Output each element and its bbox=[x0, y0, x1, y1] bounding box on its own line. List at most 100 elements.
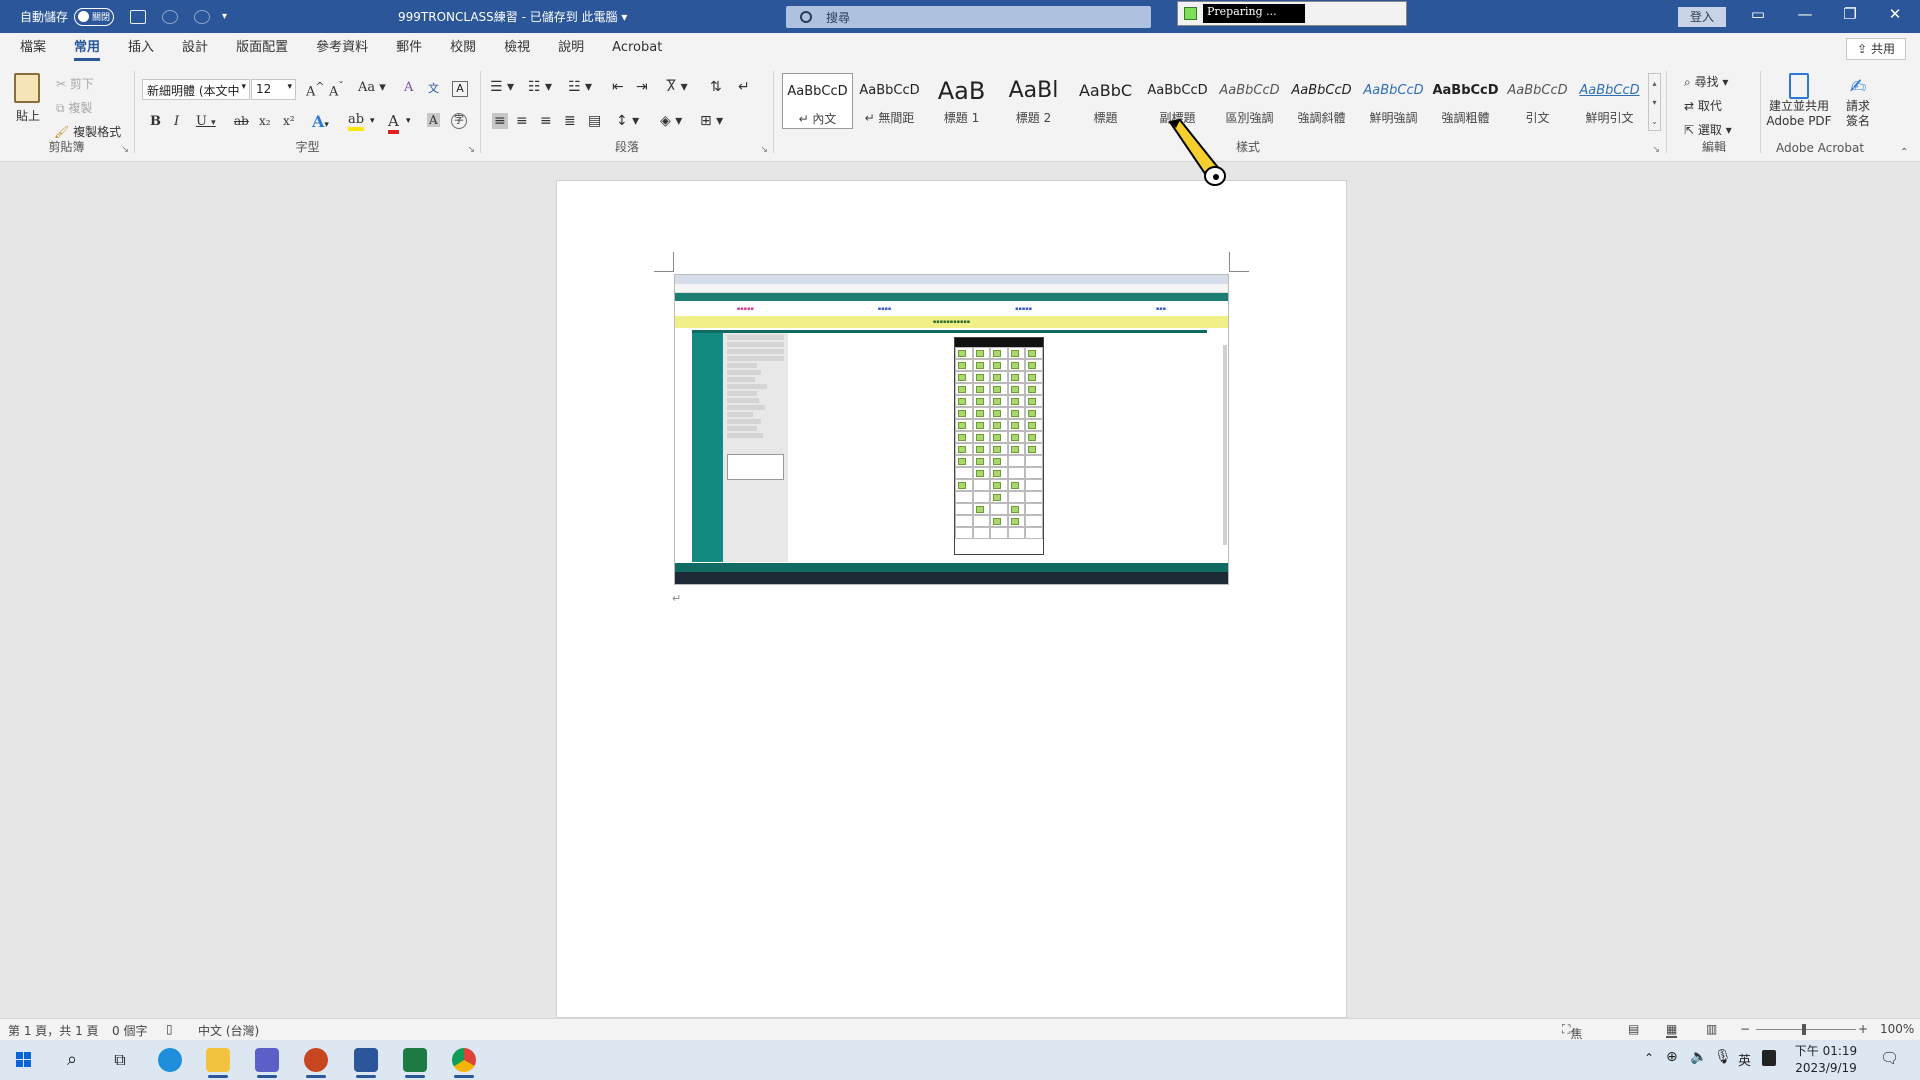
ime-mode-indicator[interactable]: 英 bbox=[1738, 1050, 1751, 1069]
align-left-button[interactable]: ≡ bbox=[492, 113, 508, 129]
customize-qat-icon[interactable]: ▾ bbox=[222, 11, 227, 22]
shrink-font-button[interactable]: Aˇ bbox=[329, 80, 344, 99]
focus-button[interactable]: ⛶ 焦點 bbox=[1562, 1022, 1582, 1058]
proofing-icon[interactable]: ▯ bbox=[166, 1022, 173, 1036]
ime-pad-icon[interactable] bbox=[1762, 1050, 1776, 1066]
style-heading-1[interactable]: AaB 標題 1 bbox=[926, 73, 997, 129]
create-share-pdf-button[interactable]: 建立並共用 Adobe PDF bbox=[1766, 73, 1832, 129]
text-effects-button[interactable]: A▾ bbox=[312, 112, 329, 131]
italic-button[interactable]: I bbox=[174, 114, 179, 129]
tab-home[interactable]: 常用 bbox=[60, 33, 114, 63]
tab-layout[interactable]: 版面配置 bbox=[222, 33, 302, 63]
tab-references[interactable]: 參考資料 bbox=[302, 33, 382, 63]
copy-button[interactable]: ⧉ 複製 bbox=[56, 99, 92, 116]
enclose-characters-button[interactable]: 字 bbox=[451, 113, 467, 129]
style-intense-quote[interactable]: AaBbCcD 鮮明引文 bbox=[1574, 73, 1645, 129]
style-quote[interactable]: AaBbCcD 引文 bbox=[1502, 73, 1573, 129]
share-button[interactable]: ⇪ 共用 bbox=[1846, 38, 1906, 60]
file-explorer-icon[interactable] bbox=[206, 1048, 230, 1078]
style-strong[interactable]: AaBbCcD 強調粗體 bbox=[1430, 73, 1501, 129]
read-mode-icon[interactable]: ▤ bbox=[1628, 1022, 1639, 1036]
cut-button[interactable]: ✂ 剪下 bbox=[56, 75, 94, 92]
microphone-icon[interactable]: 🎙 bbox=[1714, 1049, 1732, 1065]
zoom-slider[interactable] bbox=[1756, 1029, 1856, 1030]
zoom-out-button[interactable]: − bbox=[1740, 1022, 1750, 1036]
select-button[interactable]: ⇱ 選取 ▾ bbox=[1684, 121, 1732, 138]
asian-layout-button[interactable]: Ⴟ ▾ bbox=[666, 79, 688, 95]
volume-icon[interactable]: 🔈 bbox=[1690, 1049, 1707, 1065]
sort-button[interactable]: ⇅ bbox=[710, 79, 722, 95]
font-name-select[interactable]: 新細明體 (本文中 ▾ bbox=[142, 79, 250, 100]
windows-start-icon[interactable] bbox=[12, 1048, 36, 1072]
close-icon[interactable]: ✕ bbox=[1885, 5, 1905, 23]
change-case-button[interactable]: Aa ▾ bbox=[358, 80, 386, 95]
paste-button[interactable]: 貼上 bbox=[16, 107, 40, 124]
styles-scroll[interactable]: ▴ ▾ ⌄ bbox=[1648, 73, 1661, 131]
highlight-button[interactable]: ab bbox=[348, 112, 365, 131]
strikethrough-button[interactable]: ab bbox=[234, 114, 249, 128]
decrease-indent-button[interactable]: ⇤ bbox=[612, 79, 624, 95]
font-color-dropdown-icon[interactable]: ▾ bbox=[406, 116, 411, 126]
collapse-ribbon-icon[interactable]: ⌃ bbox=[1900, 147, 1908, 158]
system-clock[interactable]: 下午 01:19 2023/9/19 bbox=[1786, 1043, 1866, 1077]
borders-button[interactable]: ⊞ ▾ bbox=[700, 113, 723, 129]
edge-icon[interactable] bbox=[158, 1048, 182, 1072]
tab-mailings[interactable]: 郵件 bbox=[382, 33, 436, 63]
print-layout-icon[interactable]: ▦ bbox=[1666, 1022, 1678, 1038]
language-indicator[interactable]: 中文 (台灣) bbox=[198, 1022, 259, 1039]
zoom-level[interactable]: 100% bbox=[1880, 1022, 1914, 1036]
autosave-control[interactable]: 自動儲存 關閉 bbox=[20, 7, 115, 26]
style-title[interactable]: AaBbC 標題 bbox=[1070, 73, 1141, 129]
bold-button[interactable]: B bbox=[150, 114, 161, 129]
clear-formatting-button[interactable]: A bbox=[404, 80, 413, 95]
justify-button[interactable]: ≣ bbox=[564, 113, 576, 129]
search-box[interactable]: 搜尋 bbox=[786, 6, 1151, 28]
dialog-launcher-icon[interactable]: ↘ bbox=[760, 145, 768, 155]
tab-design[interactable]: 設計 bbox=[168, 33, 222, 63]
show-marks-button[interactable]: ↵ bbox=[738, 79, 750, 95]
tab-help[interactable]: 說明 bbox=[544, 33, 598, 63]
superscript-button[interactable]: x² bbox=[283, 114, 295, 128]
autosave-toggle[interactable]: 關閉 bbox=[74, 7, 115, 26]
style-normal[interactable]: AaBbCcD ↵ 內文 bbox=[782, 73, 853, 129]
character-shading-button[interactable]: A bbox=[427, 113, 440, 127]
distributed-button[interactable]: ▤ bbox=[588, 113, 601, 129]
style-intense-emphasis[interactable]: AaBbCcD 鮮明強調 bbox=[1358, 73, 1429, 129]
notification-icon[interactable]: 🗨 bbox=[1880, 1049, 1899, 1067]
teams-icon[interactable] bbox=[255, 1048, 279, 1078]
style-no-spacing[interactable]: AaBbCcD ↵ 無間距 bbox=[854, 73, 925, 129]
zoom-slider-thumb[interactable] bbox=[1802, 1024, 1806, 1035]
character-border-button[interactable]: A bbox=[452, 81, 468, 97]
chrome-icon[interactable] bbox=[452, 1048, 476, 1078]
style-heading-2[interactable]: AaBl 標題 2 bbox=[998, 73, 1069, 129]
excel-icon[interactable] bbox=[403, 1048, 427, 1078]
phonetic-guide-button[interactable]: 文 bbox=[428, 80, 439, 96]
numbering-button[interactable]: ☷ ▾ bbox=[528, 79, 552, 95]
line-spacing-button[interactable]: ↕ ▾ bbox=[616, 113, 639, 129]
signin-button[interactable]: 登入 bbox=[1678, 7, 1726, 27]
search-icon[interactable]: ⌕ bbox=[60, 1048, 84, 1072]
tab-view[interactable]: 檢視 bbox=[490, 33, 544, 63]
dialog-launcher-icon[interactable]: ↘ bbox=[467, 145, 475, 155]
dialog-launcher-icon[interactable]: ↘ bbox=[1652, 145, 1660, 155]
style-emphasis[interactable]: AaBbCcD 強調斜體 bbox=[1286, 73, 1357, 129]
tab-acrobat[interactable]: Acrobat bbox=[598, 33, 676, 63]
undo-icon[interactable] bbox=[162, 9, 179, 24]
save-icon[interactable] bbox=[130, 9, 147, 24]
embedded-screenshot-image[interactable]: ▪▪▪▪▪ ▪▪▪▪ ▪▪▪▪▪ ▪▪▪ ▪▪▪▪▪▪▪▪▪▪▪ bbox=[674, 274, 1229, 585]
subscript-button[interactable]: x₂ bbox=[259, 114, 271, 128]
align-center-button[interactable]: ≡ bbox=[516, 113, 528, 129]
replace-button[interactable]: ⇄ 取代 bbox=[1684, 97, 1722, 114]
bullets-button[interactable]: ☰ ▾ bbox=[490, 79, 514, 95]
tab-insert[interactable]: 插入 bbox=[114, 33, 168, 63]
underline-button[interactable]: U ▾ bbox=[196, 114, 216, 129]
network-icon[interactable]: ⊕ bbox=[1666, 1049, 1678, 1065]
request-signature-button[interactable]: ✍ 請求 簽名 bbox=[1838, 73, 1878, 129]
tray-chevron-icon[interactable]: ⌃ bbox=[1644, 1051, 1654, 1065]
page-count[interactable]: 第 1 頁，共 1 頁 bbox=[8, 1022, 99, 1039]
font-color-button[interactable]: A bbox=[388, 112, 399, 134]
redo-icon[interactable] bbox=[194, 9, 211, 24]
shading-button[interactable]: ◈ ▾ bbox=[660, 113, 682, 129]
web-layout-icon[interactable]: ▥ bbox=[1706, 1022, 1717, 1036]
document-title[interactable]: 999TRONCLASS練習 - 已儲存到 此電腦 ▾ bbox=[398, 8, 627, 25]
